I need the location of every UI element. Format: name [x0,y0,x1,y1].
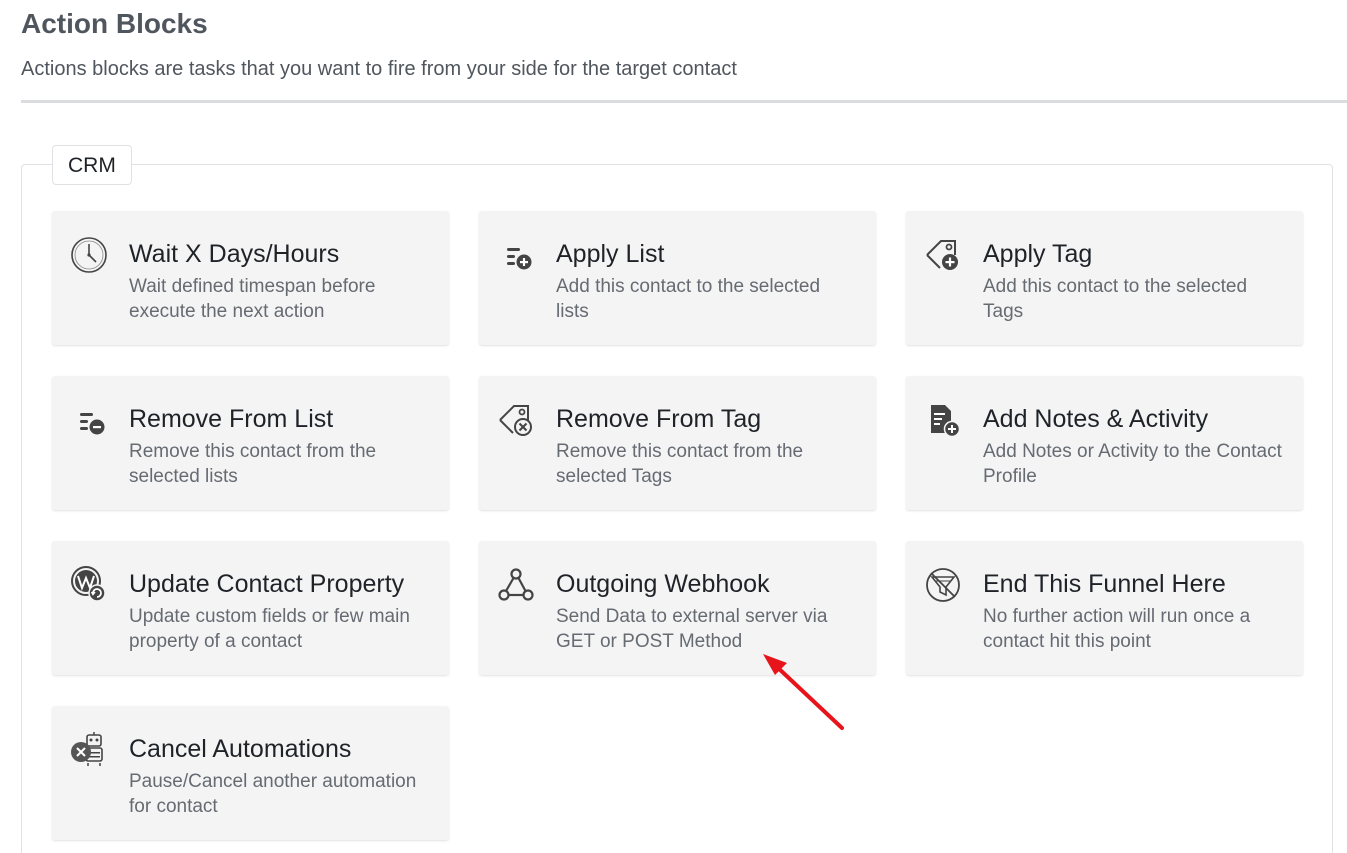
action-card-title: Apply Tag [983,240,1093,268]
action-card-description: Add this contact to the selected lists [556,276,821,322]
action-card-title: Apply List [556,240,665,268]
action-card-title: Remove From Tag [556,405,762,433]
action-card-description: Remove this contact from the selected li… [129,441,377,487]
action-card-description: Send Data to external server via GET or … [556,606,828,652]
action-card-remove-from-tag[interactable]: Remove From Tag Remove this contact from… [479,376,876,510]
action-card-add-notes-activity[interactable]: Add Notes & Activity Add Notes or Activi… [906,376,1303,510]
action-card-title: Add Notes & Activity [983,405,1209,433]
action-card-remove-from-list[interactable]: Remove From List Remove this contact fro… [52,376,449,510]
action-card-title: Outgoing Webhook [556,570,770,598]
action-card-apply-list[interactable]: Apply List Add this contact to the selec… [479,211,876,345]
action-card-wait[interactable]: Wait X Days/Hours Wait defined timespan … [52,211,449,345]
robot-cancel-icon [69,730,109,770]
action-card-apply-tag[interactable]: Apply Tag Add this contact to the select… [906,211,1303,345]
action-card-description: No further action will run once a contac… [983,606,1251,652]
action-card-outgoing-webhook[interactable]: Outgoing Webhook Send Data to external s… [479,541,876,675]
clock-icon [69,235,109,275]
page-subtitle: Actions blocks are tasks that you want t… [21,58,737,80]
page-title: Action Blocks [21,8,208,39]
action-card-title: Cancel Automations [129,735,352,763]
webhook-icon [496,565,536,605]
tag-add-icon [923,235,963,275]
action-card-description: Update custom fields or few main propert… [129,606,410,652]
list-add-icon [496,235,536,275]
action-card-description: Add Notes or Activity to the Contact Pro… [983,441,1282,487]
tag-remove-icon [496,400,536,440]
action-card-description: Remove this contact from the selected Ta… [556,441,804,487]
funnel-end-icon [923,565,963,605]
action-card-end-funnel[interactable]: End This Funnel Here No further action w… [906,541,1303,675]
action-card-title: Update Contact Property [129,570,405,598]
group-label-crm: CRM [52,145,132,185]
action-card-description: Add this contact to the selected Tags [983,276,1248,322]
note-add-icon [923,400,963,440]
action-card-update-contact-property[interactable]: Update Contact Property Update custom fi… [52,541,449,675]
wordpress-sync-icon [69,565,109,605]
list-remove-icon [69,400,109,440]
action-card-title: Wait X Days/Hours [129,240,340,268]
action-card-description: Pause/Cancel another automation for cont… [129,771,417,817]
action-card-cancel-automations[interactable]: Cancel Automations Pause/Cancel another … [52,706,449,840]
action-card-description: Wait defined timespan before execute the… [129,276,376,322]
header-divider [21,100,1347,103]
action-blocks-page: Action Blocks Actions blocks are tasks t… [0,0,1347,853]
action-card-title: End This Funnel Here [983,570,1226,598]
action-card-title: Remove From List [129,405,334,433]
